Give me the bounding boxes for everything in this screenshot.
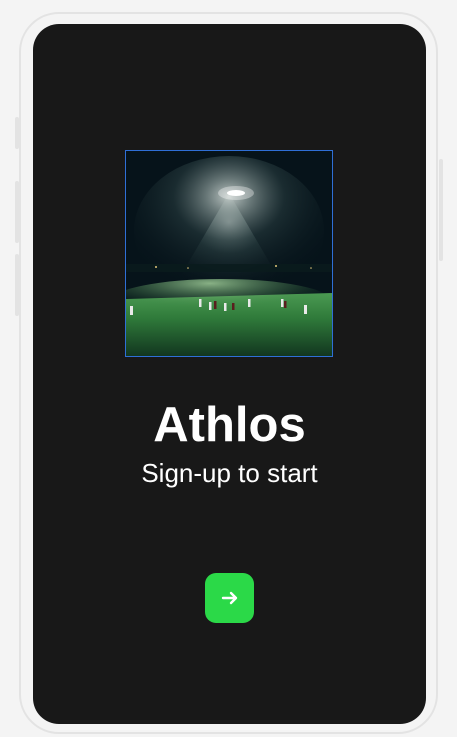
hero-image [125,150,333,357]
arrow-right-icon [221,591,237,605]
side-button-mute [15,117,19,149]
signup-subtitle: Sign-up to start [141,458,318,488]
night-football-field-photo [126,151,332,356]
side-button-power [439,159,443,261]
app-title: Athlos [153,398,306,452]
next-button[interactable] [205,573,254,623]
side-button-volume-up [15,181,19,243]
side-button-volume-down [15,254,19,316]
app-screen: Athlos Sign-up to start [33,24,426,724]
